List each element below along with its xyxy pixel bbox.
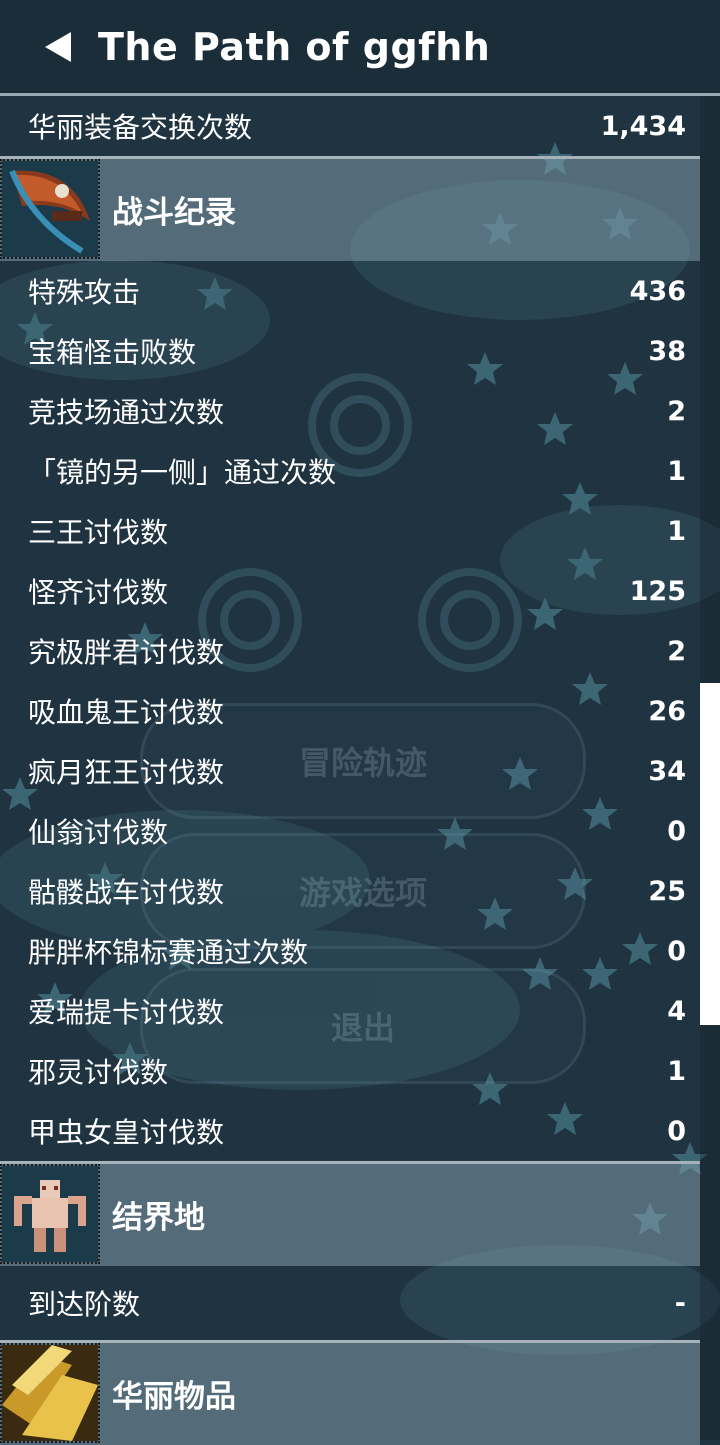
stat-label: 吸血鬼王讨伐数 [28, 696, 225, 729]
stat-label: 骷髅战车讨伐数 [28, 876, 225, 909]
stat-row: 究极胖君讨伐数 2 [0, 621, 720, 681]
stat-value: 0 [667, 935, 686, 967]
stat-label: 到达阶数 [28, 1288, 141, 1321]
stat-value: 4 [667, 995, 686, 1027]
header-bar: The Path of ggfhh [0, 0, 720, 96]
monkey-warrior-icon [0, 1164, 100, 1264]
stat-value: 0 [667, 815, 686, 847]
stat-row: 甲虫女皇讨伐数 0 [0, 1101, 720, 1161]
stat-value: - [674, 1287, 686, 1319]
stat-row: 仙翁讨伐数 0 [0, 801, 720, 861]
section-barrier: 结界地 [0, 1161, 700, 1266]
page-title: The Path of ggfhh [98, 25, 491, 69]
stat-label: 怪齐讨伐数 [28, 576, 169, 609]
stats-list[interactable]: 华丽装备交换次数 1,434 战斗纪录 特殊攻击 436 宝箱怪击败数 38 竞技场… [0, 96, 720, 1445]
stat-label: 爱瑞提卡讨伐数 [28, 996, 225, 1029]
stat-row: 竞技场通过次数 2 [0, 381, 720, 441]
section-fancy-items: 华丽物品 [0, 1340, 700, 1445]
stat-row: 疯月狂王讨伐数 34 [0, 741, 720, 801]
scythe-weapon-icon [0, 159, 100, 259]
stat-row: 到达阶数 - [0, 1266, 720, 1340]
stat-label: 甲虫女皇讨伐数 [28, 1116, 225, 1149]
stat-value: 2 [667, 635, 686, 667]
stat-label: 仙翁讨伐数 [28, 816, 169, 849]
stat-label: 华丽装备交换次数 [28, 111, 253, 144]
stat-row: 胖胖杯锦标赛通过次数 0 [0, 921, 720, 981]
section-title: 结界地 [112, 1199, 205, 1236]
stat-row: 三王讨伐数 1 [0, 501, 720, 561]
stat-row: 邪灵讨伐数 1 [0, 1041, 720, 1101]
section-title: 战斗纪录 [112, 194, 236, 231]
stat-value: 0 [667, 1115, 686, 1147]
stat-value: 1 [667, 515, 686, 547]
back-button[interactable] [28, 17, 88, 77]
golden-treasure-icon [0, 1343, 100, 1443]
stat-value: 1 [667, 1055, 686, 1087]
stat-label: 究极胖君讨伐数 [28, 636, 225, 669]
stat-row: 特殊攻击 436 [0, 261, 720, 321]
stat-value: 1 [667, 455, 686, 487]
stat-value: 34 [648, 755, 686, 787]
stat-value: 125 [629, 575, 686, 607]
stat-value: 38 [648, 335, 686, 367]
stat-row: 「镜的另一侧」通过次数 1 [0, 441, 720, 501]
stat-value: 26 [648, 695, 686, 727]
section-battle-records: 战斗纪录 [0, 156, 700, 261]
stat-label: 邪灵讨伐数 [28, 1056, 169, 1089]
stat-label: 「镜的另一侧」通过次数 [28, 456, 337, 489]
stat-label: 三王讨伐数 [28, 516, 169, 549]
stat-row-gear-exchange: 华丽装备交换次数 1,434 [0, 96, 720, 156]
stat-value: 2 [667, 395, 686, 427]
stat-label: 胖胖杯锦标赛通过次数 [28, 936, 309, 969]
stat-label: 特殊攻击 [28, 276, 141, 309]
stat-label: 宝箱怪击败数 [28, 336, 197, 369]
stat-row: 骷髅战车讨伐数 25 [0, 861, 720, 921]
scrollbar-thumb[interactable] [700, 683, 720, 1025]
back-arrow-icon [45, 32, 71, 62]
stat-row: 怪齐讨伐数 125 [0, 561, 720, 621]
stat-row: 爱瑞提卡讨伐数 4 [0, 981, 720, 1041]
stat-value: 25 [648, 875, 686, 907]
stat-label: 疯月狂王讨伐数 [28, 756, 225, 789]
stat-label: 竞技场通过次数 [28, 396, 225, 429]
stat-row: 宝箱怪击败数 38 [0, 321, 720, 381]
stat-row: 吸血鬼王讨伐数 26 [0, 681, 720, 741]
stat-value: 1,434 [600, 110, 686, 142]
section-title: 华丽物品 [112, 1378, 236, 1415]
stat-value: 436 [629, 275, 686, 307]
